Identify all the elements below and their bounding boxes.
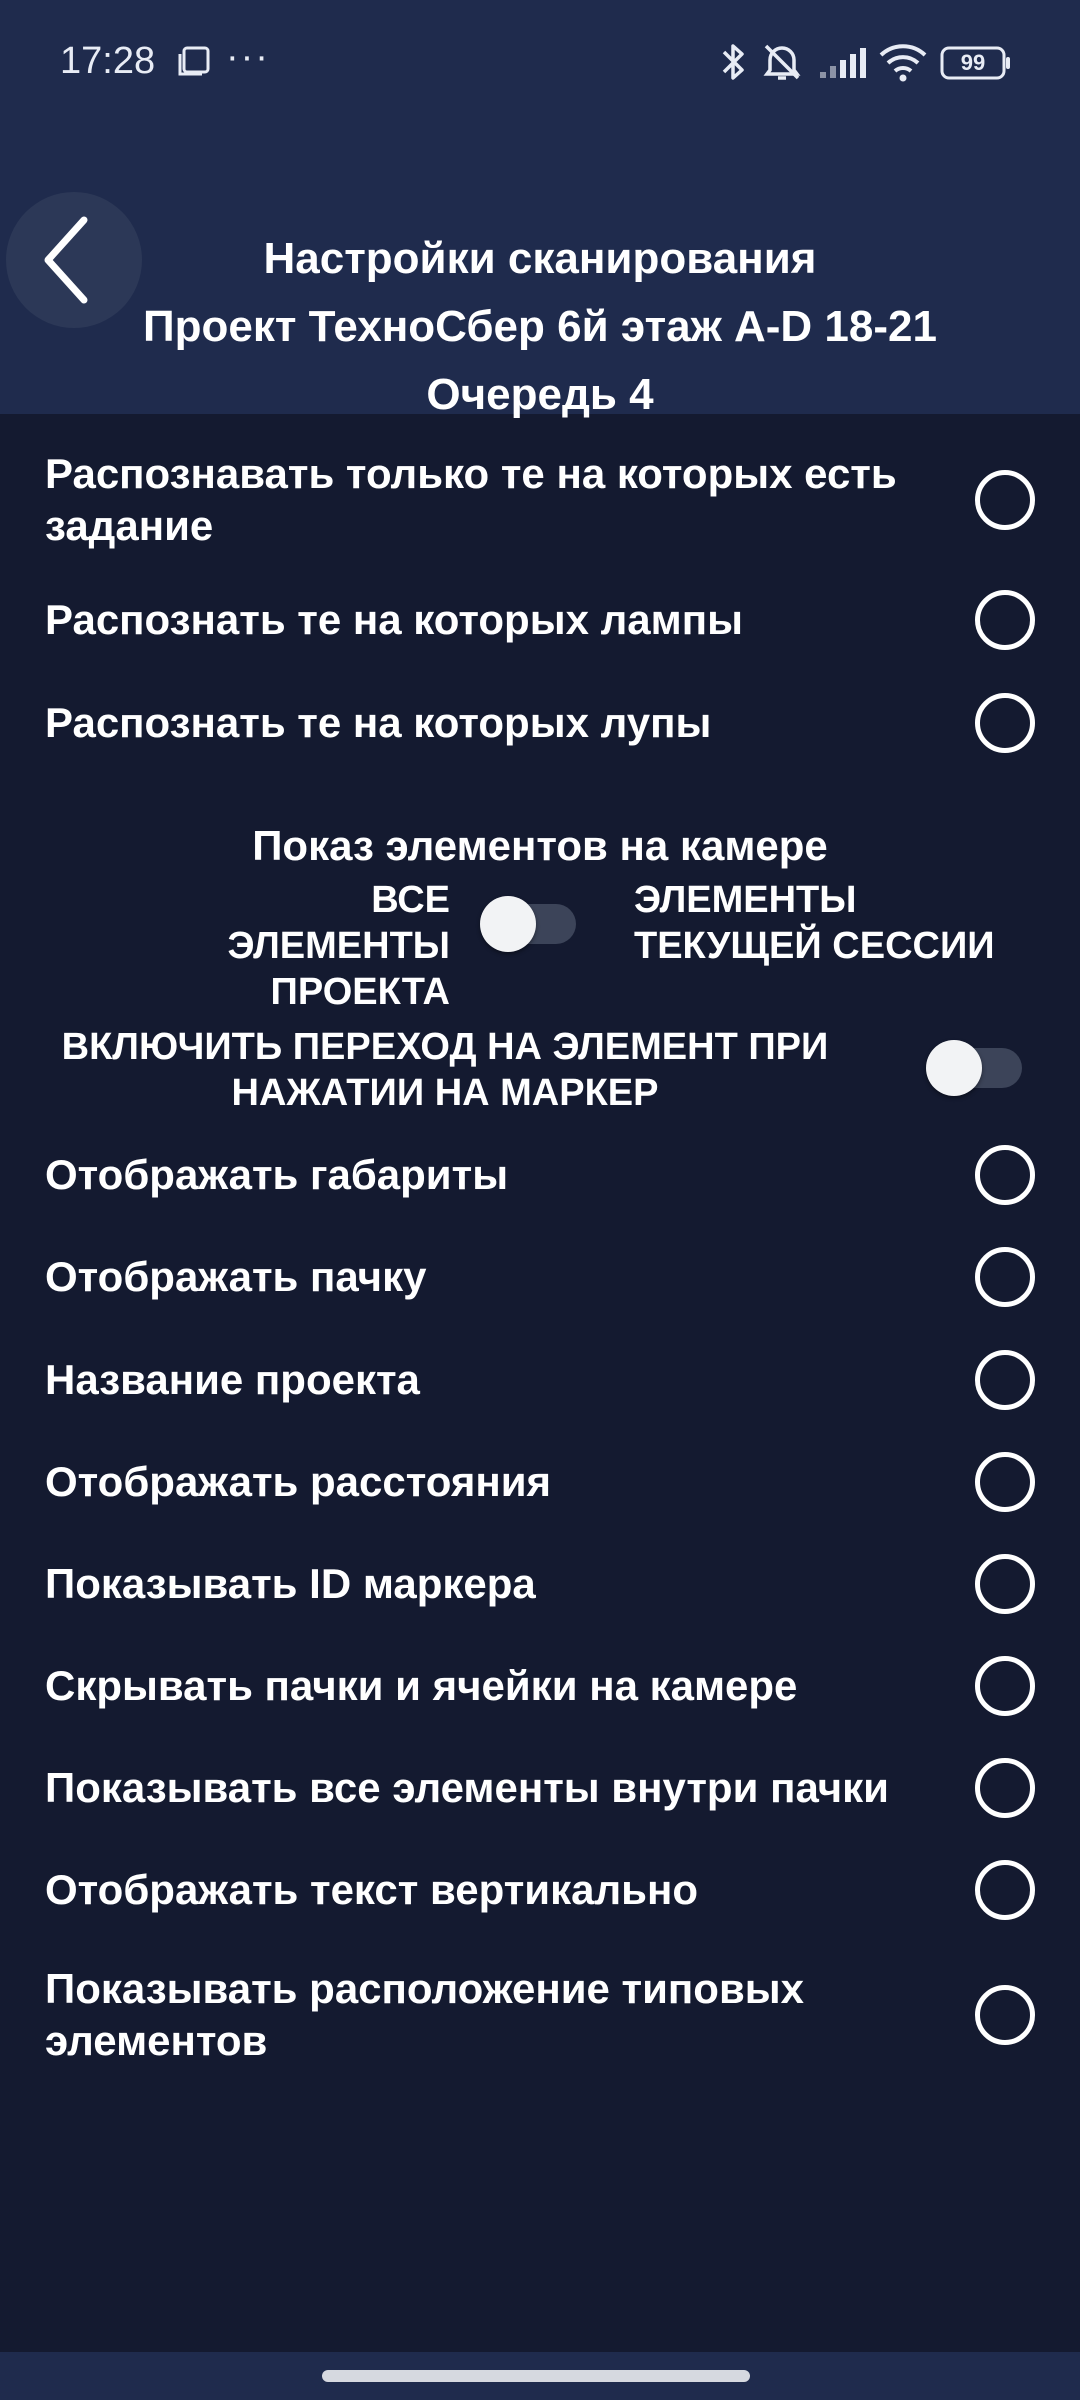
wifi-icon xyxy=(878,42,928,87)
option-label: Распознать те на которых лупы xyxy=(45,699,712,746)
radio-button[interactable] xyxy=(975,590,1035,650)
radio-button[interactable] xyxy=(975,693,1035,753)
option-row[interactable]: Показывать расположение типовых элементо… xyxy=(45,1960,1035,2070)
all-elements-label: ВСЕ ЭЛЕМЕНТЫ ПРОЕКТА xyxy=(227,879,450,1013)
camera-elements-toggle[interactable] xyxy=(480,896,576,952)
title-block: Настройки сканирования Проект ТехноСбер … xyxy=(80,225,1000,429)
more-notifications-icon: ··· xyxy=(226,36,270,78)
option-row[interactable]: Распознать те на которых лампы xyxy=(45,585,1035,655)
radio-button[interactable] xyxy=(975,1452,1035,1512)
option-row[interactable]: Распознавать только те на которых есть з… xyxy=(45,445,1035,555)
option-row[interactable]: Отображать расстояния xyxy=(45,1447,1035,1517)
radio-button[interactable] xyxy=(975,470,1035,530)
mute-icon xyxy=(760,40,804,89)
radio-button[interactable] xyxy=(975,1985,1035,2045)
radio-button[interactable] xyxy=(975,1350,1035,1410)
bluetooth-icon xyxy=(720,40,748,89)
project-name: Проект ТехноСбер 6й этаж A-D 18-21 xyxy=(143,302,937,351)
app-header: 17:28 ··· 99 Настройки сканирования Прое… xyxy=(0,0,1080,419)
session-elements-label: ЭЛЕМЕНТЫ ТЕКУЩЕЙ СЕССИИ xyxy=(634,879,995,967)
radio-button[interactable] xyxy=(975,1656,1035,1716)
option-row[interactable]: Распознать те на которых лупы xyxy=(45,688,1035,758)
battery-icon: 99 xyxy=(940,46,1012,85)
option-row[interactable]: Отображать пачку xyxy=(45,1242,1035,1312)
home-indicator[interactable] xyxy=(322,2370,750,2382)
option-label: Распознавать только те на которых есть з… xyxy=(45,450,897,549)
radio-button[interactable] xyxy=(975,1145,1035,1205)
option-row[interactable]: Отображать текст вертикально xyxy=(45,1855,1035,1925)
radio-button[interactable] xyxy=(975,1554,1035,1614)
navigation-bar xyxy=(0,2352,1080,2400)
screenshot-icon xyxy=(178,46,212,81)
toggle-knob xyxy=(926,1040,982,1096)
queue-label: Очередь 4 xyxy=(426,370,654,419)
option-row[interactable]: Показывать все элементы внутри пачки xyxy=(45,1753,1035,1823)
option-label: Показывать расположение типовых элементо… xyxy=(45,1965,804,2064)
option-label: Показывать все элементы внутри пачки xyxy=(45,1764,889,1811)
option-label: Отображать текст вертикально xyxy=(45,1866,699,1913)
radio-button[interactable] xyxy=(975,1247,1035,1307)
marker-jump-toggle[interactable] xyxy=(926,1040,1022,1096)
option-row[interactable]: Скрывать пачки и ячейки на камере xyxy=(45,1651,1035,1721)
status-time: 17:28 xyxy=(60,40,156,82)
signal-icon xyxy=(818,46,866,85)
option-row[interactable]: Показывать ID маркера xyxy=(45,1549,1035,1619)
option-label: Отображать пачку xyxy=(45,1253,427,1300)
camera-display-title: Показ элементов на камере xyxy=(252,822,828,869)
toggle-knob xyxy=(480,896,536,952)
marker-jump-label: ВКЛЮЧИТЬ ПЕРЕХОД НА ЭЛЕМЕНТ ПРИ НАЖАТИИ … xyxy=(61,1026,829,1114)
option-label: Отображать габариты xyxy=(45,1151,509,1198)
option-row[interactable]: Название проекта xyxy=(45,1345,1035,1415)
page-title: Настройки сканирования xyxy=(263,234,817,283)
option-label: Отображать расстояния xyxy=(45,1458,552,1505)
battery-level: 99 xyxy=(960,50,986,75)
option-label: Название проекта xyxy=(45,1356,420,1403)
option-row[interactable]: Отображать габариты xyxy=(45,1140,1035,1210)
status-bar: 17:28 ··· 99 xyxy=(0,0,1080,130)
radio-button[interactable] xyxy=(975,1860,1035,1920)
option-label: Распознать те на которых лампы xyxy=(45,596,743,643)
option-label: Показывать ID маркера xyxy=(45,1560,536,1607)
option-label: Скрывать пачки и ячейки на камере xyxy=(45,1662,798,1709)
radio-button[interactable] xyxy=(975,1758,1035,1818)
